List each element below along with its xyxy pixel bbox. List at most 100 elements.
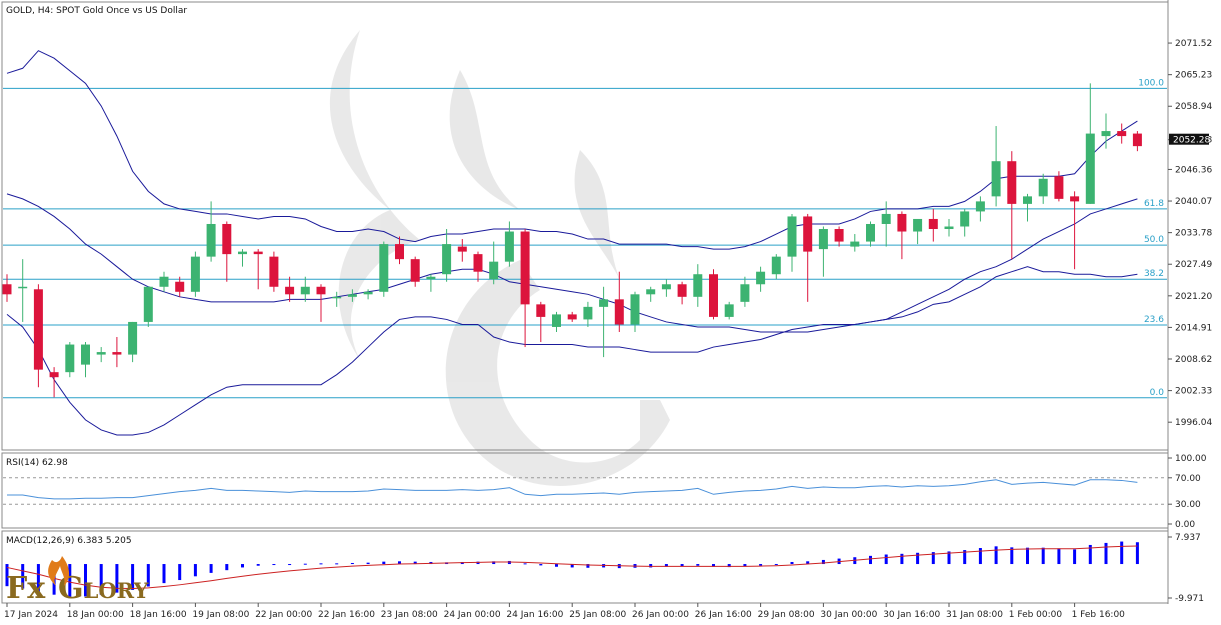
candle-body <box>316 286 326 295</box>
time-tick-label: 17 Jan 2024 <box>4 610 58 620</box>
candle <box>489 241 499 285</box>
price-tick-label: 2058.94 <box>1175 102 1212 112</box>
candle-body <box>473 254 483 272</box>
candle-body <box>834 229 844 242</box>
trading-chart[interactable]: 100.061.850.038.223.60.0 2071.522065.232… <box>0 0 1221 625</box>
candle <box>159 271 169 292</box>
candle <box>520 229 530 348</box>
candle-body <box>1085 133 1095 204</box>
candle-body <box>520 231 530 305</box>
candle <box>913 218 923 245</box>
fib-label-5: 0.0 <box>1150 388 1165 398</box>
candle <box>190 251 200 297</box>
candle-body <box>1023 196 1032 204</box>
macd-bar <box>774 564 778 566</box>
time-tick-label: 25 Jan 08:00 <box>569 610 626 620</box>
candle <box>442 229 452 282</box>
candle-body <box>928 218 938 230</box>
candle <box>756 266 766 292</box>
fib-label-1: 61.8 <box>1144 199 1164 209</box>
candle <box>1101 113 1111 149</box>
macd-bar <box>978 548 982 565</box>
price-tick-label: 2046.36 <box>1175 165 1212 175</box>
macd-bar <box>193 564 197 577</box>
candle-body <box>410 259 420 282</box>
candle <box>552 311 561 332</box>
candle-body <box>850 241 860 247</box>
price-tick-label: 2071.52 <box>1175 39 1212 49</box>
macd-bar <box>790 561 794 565</box>
time-tick-label: 19 Jan 08:00 <box>192 610 249 620</box>
candle <box>49 367 59 398</box>
candle <box>928 208 938 242</box>
candle-body <box>583 306 593 320</box>
candle <box>143 286 153 327</box>
candle <box>960 208 970 237</box>
time-tick-label: 30 Jan 00:00 <box>820 610 877 620</box>
candle <box>709 269 718 320</box>
candle-body <box>379 244 389 292</box>
macd-bar <box>884 554 888 565</box>
macd-bar <box>350 563 354 565</box>
candle-body <box>143 286 153 322</box>
candle-body <box>944 226 954 230</box>
candle <box>866 221 875 247</box>
candle-body <box>1101 131 1111 137</box>
macd-bar <box>916 552 920 565</box>
price-tick-label: 2002.33 <box>1175 387 1212 397</box>
candle-body <box>300 286 310 295</box>
macd-bar <box>366 562 370 565</box>
macd-bar <box>1120 541 1124 565</box>
time-tick-label: 26 Jan 16:00 <box>695 610 752 620</box>
time-tick-label: 30 Jan 16:00 <box>883 610 940 620</box>
candle <box>599 286 609 358</box>
macd-bar <box>649 564 653 568</box>
candle-body <box>96 352 106 355</box>
candle <box>975 196 985 222</box>
candle <box>850 234 860 252</box>
time-tick-label: 1 Feb 16:00 <box>1072 610 1126 620</box>
candle <box>803 213 813 302</box>
candle <box>269 251 279 292</box>
candle <box>614 271 624 332</box>
fxglory-logo: Fx Glory <box>6 556 149 606</box>
macd-bar <box>303 563 307 565</box>
candle-body <box>866 223 875 242</box>
macd-bar <box>869 555 872 565</box>
time-tick-label: 24 Jan 16:00 <box>506 610 563 620</box>
candle <box>771 254 781 280</box>
macd-bar <box>241 564 244 568</box>
candle-body <box>253 251 263 255</box>
candle <box>222 221 232 282</box>
candle-body <box>206 223 216 257</box>
logo-text-part2: Glory <box>58 571 149 606</box>
candle-body <box>457 246 467 252</box>
candle-body <box>881 213 891 224</box>
candle-body <box>724 304 734 317</box>
candle-body <box>818 229 828 250</box>
price-tick-label: 2014.91 <box>1175 323 1212 333</box>
candle-body <box>897 213 907 232</box>
macd-bar <box>178 564 182 581</box>
candle <box>504 221 514 267</box>
candle <box>316 284 326 322</box>
candle <box>18 259 28 322</box>
price-tick-label: 2033.78 <box>1175 229 1212 239</box>
candle-body <box>599 299 609 307</box>
candle <box>740 276 750 307</box>
macd-bar <box>555 564 558 567</box>
candle <box>630 291 640 332</box>
candle <box>834 226 844 247</box>
candle <box>379 241 389 297</box>
price-tick-label: 2008.62 <box>1175 355 1212 365</box>
macd-bar <box>288 564 292 566</box>
macd-bar <box>900 553 904 565</box>
candle <box>1038 173 1048 204</box>
candle-body <box>426 276 436 280</box>
candle <box>1117 123 1127 144</box>
price-tick-label: 2065.23 <box>1175 71 1212 81</box>
main-panel-frame <box>1 1 1169 451</box>
time-tick-label: 18 Jan 16:00 <box>130 610 187 620</box>
candle <box>2 274 12 302</box>
macd-indicator: 7.937 -9.971 <box>5 533 1204 604</box>
